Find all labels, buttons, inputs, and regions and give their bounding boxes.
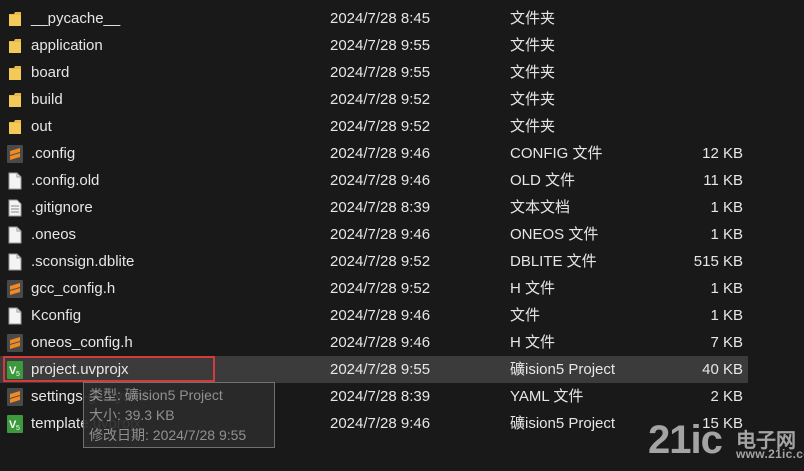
file-name: out <box>31 118 52 135</box>
file-date: 2024/7/28 9:52 <box>330 91 431 108</box>
text-file-icon <box>7 199 23 217</box>
file-size: 11 KB <box>703 172 743 189</box>
file-name: Kconfig <box>31 307 82 324</box>
file-type: DBLITE 文件 <box>510 253 597 270</box>
file-type: H 文件 <box>510 334 556 351</box>
file-date: 2024/7/28 9:55 <box>330 64 431 81</box>
file-date: 2024/7/28 8:39 <box>330 388 431 405</box>
file-type: 礦ision5 Project <box>510 415 616 432</box>
file-type: 礦ision5 Project <box>510 361 616 378</box>
file-date: 2024/7/28 9:46 <box>330 307 431 324</box>
file-row[interactable]: .sconsign.dblite 2024/7/28 9:52 DBLITE 文件 5… <box>0 248 748 275</box>
file-row[interactable]: V 5 project.uvprojx 2024/7/28 9:55 礦ision5 P… <box>0 356 748 383</box>
file-row[interactable]: oneos_config.h 2024/7/28 9:46 H 文件 7 KB <box>0 329 748 356</box>
sublime-icon <box>7 334 23 352</box>
folder-icon <box>7 91 23 109</box>
file-type: 文件夹 <box>510 91 556 108</box>
keil-icon: V5 <box>7 415 23 433</box>
file-size: 2 KB <box>710 388 743 405</box>
file-type: 文件夹 <box>510 37 556 54</box>
file-date: 2024/7/28 9:52 <box>330 253 431 270</box>
file-name: .sconsign.dblite <box>31 253 135 270</box>
file-row[interactable]: out 2024/7/28 9:52 文件夹 <box>0 113 748 140</box>
file-type: YAML 文件 <box>510 388 584 405</box>
folder-icon <box>7 37 23 55</box>
file-icon <box>7 307 23 325</box>
folder-icon <box>7 118 23 136</box>
file-name: __pycache__ <box>31 10 121 27</box>
file-row[interactable]: .gitignore 2024/7/28 8:39 文本文档 1 KB <box>0 194 748 221</box>
file-size: 1 KB <box>710 307 743 324</box>
file-row[interactable]: Kconfig 2024/7/28 9:46 文件 1 KB <box>0 302 748 329</box>
file-name: project.uvprojx <box>31 361 129 378</box>
file-row[interactable]: .config 2024/7/28 9:46 CONFIG 文件 12 KB <box>0 140 748 167</box>
watermark-url: www.21ic.com <box>736 447 804 461</box>
file-list: __pycache__ 2024/7/28 8:45 文件夹 application 2… <box>0 5 804 437</box>
file-name: .config <box>31 145 76 162</box>
file-type: 文件夹 <box>510 118 556 135</box>
svg-text:5: 5 <box>16 371 20 378</box>
file-name: oneos_config.h <box>31 334 133 351</box>
file-row[interactable]: .oneos 2024/7/28 9:46 ONEOS 文件 1 KB <box>0 221 748 248</box>
file-type: CONFIG 文件 <box>510 145 603 162</box>
file-date: 2024/7/28 9:52 <box>330 280 431 297</box>
file-type: 文件 <box>510 307 541 324</box>
sublime-icon <box>7 388 23 406</box>
file-size: 1 KB <box>710 199 743 216</box>
tooltip-size: 大小: 39.3 KB <box>89 407 175 423</box>
file-name: gcc_config.h <box>31 280 116 297</box>
tooltip-modified: 修改日期: 2024/7/28 9:55 <box>89 427 247 443</box>
file-date: 2024/7/28 9:46 <box>330 226 431 243</box>
file-size: 12 KB <box>702 145 743 162</box>
file-size: 515 KB <box>693 253 743 270</box>
file-name: .oneos <box>31 226 77 243</box>
file-size: 7 KB <box>710 334 743 351</box>
file-date: 2024/7/28 9:46 <box>330 415 431 432</box>
file-type: 文件夹 <box>510 10 556 27</box>
file-type: 文件夹 <box>510 64 556 81</box>
folder-icon <box>7 10 23 28</box>
file-date: 2024/7/28 9:46 <box>330 172 431 189</box>
file-type: ONEOS 文件 <box>510 226 599 243</box>
svg-text:5: 5 <box>16 425 20 432</box>
file-name: .config.old <box>31 172 100 189</box>
file-type: H 文件 <box>510 280 556 297</box>
file-date: 2024/7/28 9:46 <box>330 145 431 162</box>
file-date: 2024/7/28 8:45 <box>330 10 431 27</box>
file-size: 1 KB <box>710 280 743 297</box>
file-date: 2024/7/28 9:46 <box>330 334 431 351</box>
file-date: 2024/7/28 9:52 <box>330 118 431 135</box>
file-row[interactable]: .config.old 2024/7/28 9:46 OLD 文件 11 KB <box>0 167 748 194</box>
file-size: 1 KB <box>710 226 743 243</box>
file-name: build <box>31 91 63 108</box>
file-type: 文本文档 <box>510 199 571 216</box>
file-name: board <box>31 64 70 81</box>
file-row[interactable]: board 2024/7/28 9:55 文件夹 <box>0 59 748 86</box>
keil-icon: V5 <box>7 361 23 379</box>
file-name: application <box>31 37 103 54</box>
file-date: 2024/7/28 8:39 <box>330 199 431 216</box>
tooltip-type: 类型: 礦ision5 Project <box>89 387 223 403</box>
file-icon <box>7 253 23 271</box>
sublime-icon <box>7 280 23 298</box>
file-icon <box>7 172 23 190</box>
file-row[interactable]: gcc_config.h 2024/7/28 9:52 H 文件 1 KB <box>0 275 748 302</box>
file-row[interactable]: __pycache__ 2024/7/28 8:45 文件夹 <box>0 5 748 32</box>
file-row[interactable]: build 2024/7/28 9:52 文件夹 <box>0 86 748 113</box>
watermark-logo: 21ic <box>648 418 723 462</box>
watermark: 21ic 电子网 www.21ic.com <box>648 418 804 462</box>
file-date: 2024/7/28 9:55 <box>330 37 431 54</box>
file-icon <box>7 226 23 244</box>
file-type: OLD 文件 <box>510 172 576 189</box>
file-tooltip: 类型: 礦ision5 Project 大小: 39.3 KB 修改日期: 20… <box>83 382 275 448</box>
file-row[interactable]: application 2024/7/28 9:55 文件夹 <box>0 32 748 59</box>
file-date: 2024/7/28 9:55 <box>330 361 431 378</box>
sublime-icon <box>7 145 23 163</box>
file-name: .gitignore <box>31 199 93 216</box>
folder-icon <box>7 64 23 82</box>
file-size: 40 KB <box>702 361 743 378</box>
